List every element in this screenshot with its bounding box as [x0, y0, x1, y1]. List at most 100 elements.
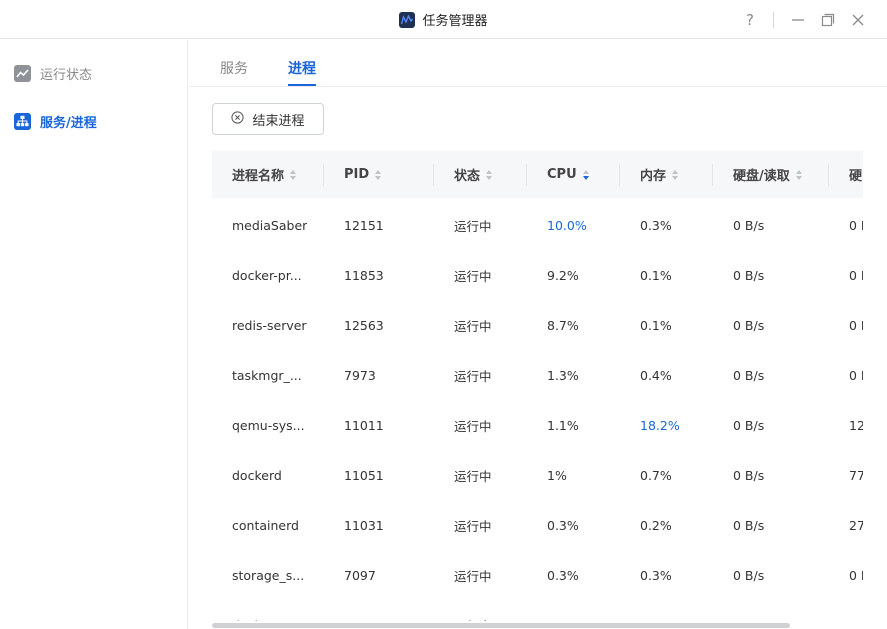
cell-disk-write: 0 B: [849, 317, 863, 333]
column-label: PID: [344, 167, 370, 182]
cell-process-name: mediaSaber: [232, 217, 308, 233]
cell-memory: 0.1%: [640, 267, 672, 283]
hierarchy-icon: [14, 112, 31, 130]
cell-pid: 7973: [344, 367, 376, 383]
table-row[interactable]: qemu-sys... 11011 运行中 1.1% 18.2% 0 B/s 1…: [212, 400, 863, 450]
column-label: 内存: [640, 169, 667, 184]
table-row[interactable]: redis-server 12563 运行中 8.7% 0.1% 0 B/s 0…: [212, 300, 863, 350]
title-bar: 任务管理器 ?: [0, 0, 887, 39]
cell-disk-write: 12: [849, 417, 863, 433]
cell-status: 运行中: [454, 368, 492, 384]
column-divider: [433, 164, 434, 186]
cell-process-name: taskmgr_...: [232, 367, 302, 383]
cell-pid: 12151: [344, 217, 384, 233]
restore-icon[interactable]: [817, 9, 839, 31]
cell-disk-read: 0 B/s: [733, 517, 765, 533]
cell-cpu: 9.2%: [547, 267, 579, 283]
task-manager-app-icon: [399, 11, 416, 28]
cell-memory: 18.2%: [640, 417, 680, 433]
cell-disk-read: 0 B/s: [733, 267, 765, 283]
cell-status: 运行中: [454, 268, 492, 284]
cell-process-name: docker-pr...: [232, 267, 302, 283]
cell-cpu: 1%: [547, 467, 567, 483]
column-divider: [526, 164, 527, 186]
cell-memory: 0.3%: [640, 600, 672, 622]
cell-disk-write: 0 B: [849, 217, 863, 233]
sort-icon: [486, 169, 493, 180]
column-divider: [619, 164, 620, 186]
sidebar: 运行状态 服务/进程: [0, 40, 188, 629]
cell-status: 运行中: [454, 568, 492, 584]
column-label: 硬盘/读取: [733, 169, 790, 184]
column-divider: [828, 164, 829, 186]
cell-memory: 0.1%: [640, 317, 672, 333]
column-divider: [323, 164, 324, 186]
cell-disk-read: 0 B/s: [733, 317, 765, 333]
column-header-disk-read[interactable]: 硬盘/读取: [733, 151, 802, 198]
column-header-status[interactable]: 状态: [454, 151, 493, 198]
sidebar-item-label: 服务/进程: [40, 115, 97, 131]
column-header-memory[interactable]: 内存: [640, 151, 679, 198]
table-row[interactable]: storage_s... 7097 运行中 0.3% 0.3% 0 B/s 0 …: [212, 550, 863, 600]
cell-disk-read: 0 B/s: [733, 417, 765, 433]
cell-memory: 0.3%: [640, 567, 672, 583]
column-label: 进程名称: [232, 169, 285, 184]
tab-bar: 服务 进程: [189, 40, 887, 87]
cell-disk-read: 0 B/s: [733, 600, 764, 622]
table-row[interactable]: docker-pr... 11853 运行中 9.2% 0.1% 0 B/s 0…: [212, 250, 863, 300]
cell-disk-write: 0 B: [849, 267, 863, 283]
cell-disk-read: 0 B/s: [733, 467, 765, 483]
end-process-button[interactable]: 结束进程: [212, 103, 324, 135]
cell-disk-read: 0 B/s: [733, 217, 765, 233]
cell-disk-write: 0 B: [849, 367, 863, 383]
cell-cpu: 0.3%: [547, 567, 579, 583]
sort-icon: [375, 169, 382, 180]
cell-pid: 11853: [344, 267, 384, 283]
cell-disk-write: 77: [849, 467, 863, 483]
cell-status: 运行中: [454, 418, 492, 434]
cell-cpu: 8.7%: [547, 317, 579, 333]
tab-processes[interactable]: 进程: [288, 58, 316, 78]
column-label: 状态: [454, 169, 481, 184]
cell-cpu: 1.3%: [547, 367, 579, 383]
cell-process-name: docker: [232, 600, 274, 622]
table-row[interactable]: mediaSaber 12151 运行中 10.0% 0.3% 0 B/s 0 …: [212, 200, 863, 250]
cell-status: 运行中: [454, 600, 492, 622]
column-header-pid[interactable]: PID: [344, 151, 382, 198]
process-table: 进程名称 PID 状态 CPU 内存 硬盘/读取 硬 mediaSaber 12…: [212, 151, 863, 621]
cell-status: 运行中: [454, 468, 492, 484]
cell-process-name: storage_s...: [232, 567, 305, 583]
column-header-cpu[interactable]: CPU: [547, 151, 589, 198]
cell-cpu: 1.1%: [547, 417, 579, 433]
column-header-disk-write[interactable]: 硬: [849, 151, 862, 198]
sidebar-item-services-processes[interactable]: 服务/进程: [14, 110, 97, 132]
cell-disk-read: 0 B/s: [733, 567, 765, 583]
help-icon[interactable]: ?: [739, 9, 761, 31]
close-circle-icon: [231, 110, 245, 128]
cell-memory: 0.7%: [640, 467, 672, 483]
column-header-process-name[interactable]: 进程名称: [232, 151, 297, 198]
cell-cpu: 0.3%: [547, 517, 579, 533]
table-row[interactable]: dockerd 11051 运行中 1% 0.7% 0 B/s 77: [212, 450, 863, 500]
cell-pid: 11051: [344, 467, 384, 483]
cell-cpu: 10.0%: [547, 217, 587, 233]
sidebar-item-running-status[interactable]: 运行状态: [14, 62, 92, 84]
active-tab-indicator: [288, 84, 316, 86]
cell-process-name: containerd: [232, 517, 299, 533]
horizontal-scrollbar[interactable]: [212, 623, 790, 628]
cell-pid: 7097: [344, 567, 376, 583]
window-title: 任务管理器: [422, 14, 488, 29]
sidebar-item-label: 运行状态: [40, 67, 93, 83]
tab-services[interactable]: 服务: [220, 58, 248, 78]
column-label: 硬: [849, 169, 863, 184]
cell-status: 运行中: [454, 518, 492, 534]
cell-disk-write: 0 B: [849, 567, 863, 583]
table-row[interactable]: containerd 11031 运行中 0.3% 0.2% 0 B/s 27: [212, 500, 863, 550]
cell-process-name: dockerd: [232, 467, 282, 483]
minimize-icon[interactable]: [787, 9, 809, 31]
cell-memory: 0.4%: [640, 367, 672, 383]
table-row[interactable]: taskmgr_... 7973 运行中 1.3% 0.4% 0 B/s 0 B: [212, 350, 863, 400]
cell-disk-read: 0 B/s: [733, 367, 765, 383]
close-icon[interactable]: [847, 9, 869, 31]
table-row[interactable]: docker 11014 运行中 0.3% 0.3% 0 B/s 78: [212, 600, 863, 622]
